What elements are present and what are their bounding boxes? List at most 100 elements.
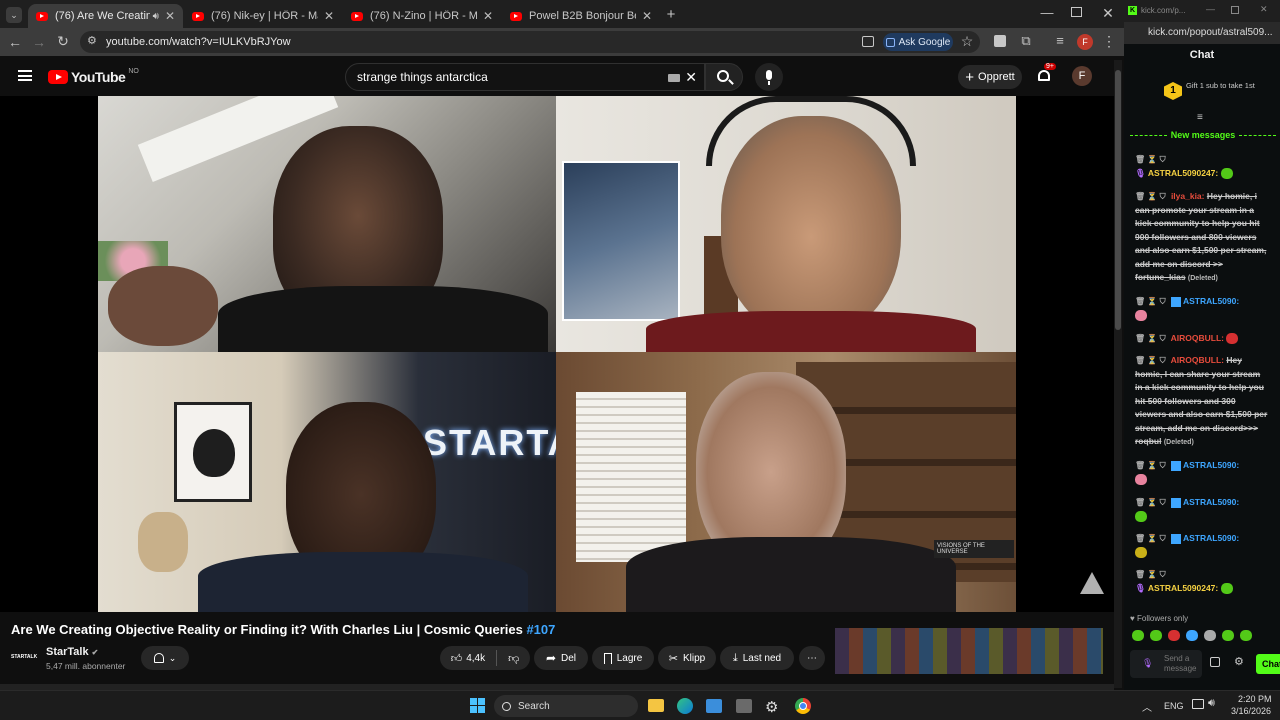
close-icon[interactable]: ✕ (1101, 6, 1115, 20)
store-icon[interactable] (706, 699, 722, 713)
emote-icon[interactable] (1132, 630, 1144, 641)
new-tab-icon[interactable]: + (664, 7, 678, 22)
tab-nzino[interactable]: (76) N-Zino | HÖR - March 16 / ✕ (343, 4, 501, 28)
kick-close-icon[interactable]: ✕ (1260, 4, 1268, 15)
kick-minimize-icon[interactable]: — (1206, 4, 1215, 14)
chat-username[interactable]: ASTRAL5090: (1183, 497, 1239, 507)
channel-name[interactable]: StarTalk ✔ (46, 646, 98, 658)
emote-icon[interactable] (1186, 630, 1198, 641)
mod-action-icons[interactable]: 🗑︎ ⏳ ⛉ (1135, 356, 1166, 365)
mod-action-icons[interactable]: 🗑︎ ⏳ ⛉ (1135, 334, 1166, 343)
recommended-thumbnail[interactable] (835, 628, 1103, 674)
chat-username[interactable]: ASTRAL5090: (1183, 296, 1239, 306)
clear-search-icon[interactable]: ✕ (685, 69, 697, 86)
create-button[interactable]: + Opprett (958, 65, 1022, 89)
install-icon[interactable] (862, 36, 874, 47)
site-info-icon[interactable]: ⚙ (87, 36, 97, 47)
hamburger-icon[interactable] (18, 70, 32, 81)
maximize-icon[interactable] (1071, 7, 1082, 17)
subscribe-bell-button[interactable]: ⌄ (141, 646, 189, 670)
chat-username[interactable]: ilya_kia: (1171, 191, 1205, 201)
file-explorer-icon[interactable] (648, 699, 664, 712)
chat-message-deleted[interactable]: 🗑︎ ⏳ ⛉ ilya_kia: Hey homie, i can promot… (1135, 190, 1269, 286)
tab-nikey[interactable]: (76) Nik-ey | HÖR - March 16 / ✕ (184, 4, 342, 28)
queue-icon[interactable]: ≡ (1053, 34, 1067, 47)
dislike-button[interactable]: 👎︎ (508, 652, 519, 665)
emote-icon[interactable] (1240, 630, 1252, 641)
emote-icon[interactable] (1150, 630, 1162, 641)
emote-icon[interactable] (1222, 630, 1234, 641)
share-button[interactable]: ➦ Del (534, 646, 588, 670)
chat-message[interactable]: 🗑︎ ⏳ ⛉ 🎙︎ ASTRAL5090247: (1135, 568, 1269, 595)
clock-time[interactable]: 2:20 PM (1238, 694, 1272, 704)
star-icon[interactable]: ☆ (960, 34, 974, 48)
chat-username[interactable]: AIROQBULL: (1171, 355, 1224, 365)
mod-action-icons[interactable]: 🗑︎ ⏳ ⛉ (1135, 498, 1166, 507)
emote-picker-icon[interactable] (1210, 657, 1220, 667)
chat-input[interactable]: 🎙︎ Send a message (1130, 650, 1202, 678)
chat-username[interactable]: ASTRAL5090: (1183, 533, 1239, 543)
network-icon[interactable] (1192, 699, 1204, 709)
scrollbar-thumb[interactable] (1115, 70, 1121, 330)
back-icon[interactable]: ← (8, 35, 22, 49)
episode-hashtag[interactable]: #107 (526, 622, 555, 637)
edge-icon[interactable] (677, 698, 693, 714)
tab-powel[interactable]: Powel B2B Bonjour Ben | HÖR ✕ (502, 4, 660, 28)
chrome-icon[interactable] (795, 698, 811, 714)
tab-list-icon[interactable]: ⌄ (6, 7, 22, 23)
video-player[interactable]: STARTAL VISIONS OF THE UNIVERSE (0, 96, 1114, 612)
minimize-icon[interactable]: — (1040, 6, 1054, 19)
notifications-button[interactable]: 9+ (1036, 63, 1056, 84)
settings-icon[interactable]: ⚙ (1234, 655, 1244, 668)
like-button[interactable]: 👍︎ 4,4k (451, 652, 485, 665)
voice-search-button[interactable] (755, 63, 783, 91)
ask-google-button[interactable]: Ask Google (883, 33, 953, 51)
more-actions-button[interactable]: ⋯ (799, 646, 825, 670)
chat-message[interactable]: 🗑︎ ⏳ ⛉ ASTRAL5090: (1135, 295, 1269, 322)
mod-action-icons[interactable]: 🗑︎ ⏳ ⛉ (1135, 192, 1166, 201)
clip-button[interactable]: ✂ Klipp (658, 646, 716, 670)
chat-username[interactable]: AIROQBULL: (1171, 333, 1224, 343)
quick-emote-row[interactable] (1132, 630, 1262, 644)
mod-action-icons[interactable]: 🗑︎ ⏳ ⛉ (1135, 570, 1166, 579)
extensions-icon[interactable]: ⧉ (1019, 34, 1033, 47)
youtube-logo[interactable]: YouTube NO (48, 68, 139, 86)
kick-maximize-icon[interactable] (1231, 6, 1239, 14)
search-button[interactable] (705, 63, 743, 91)
chat-username[interactable]: ASTRAL5090: (1183, 460, 1239, 470)
profile-avatar[interactable]: F (1077, 34, 1093, 50)
start-icon[interactable] (470, 698, 485, 713)
tab-close-icon[interactable]: ✕ (324, 9, 334, 23)
chat-username[interactable]: ASTRAL5090247: (1148, 583, 1218, 593)
mod-action-icons[interactable]: 🗑︎ ⏳ ⛉ (1135, 155, 1166, 164)
chat-message[interactable]: 🗑︎ ⏳ ⛉ 🎙︎ ASTRAL5090247: (1135, 153, 1269, 180)
chat-message[interactable]: 🗑︎ ⏳ ⛉ AIROQBULL: (1135, 332, 1269, 346)
download-button[interactable]: ⤓ Last ned (720, 646, 794, 670)
keyboard-icon[interactable] (668, 74, 680, 82)
mod-action-icons[interactable]: 🗑︎ ⏳ ⛉ (1135, 297, 1166, 306)
save-button[interactable]: Lagre (592, 646, 654, 670)
chat-message[interactable]: 🗑︎ ⏳ ⛉ ASTRAL5090: (1135, 459, 1269, 486)
reload-icon[interactable]: ↻ (56, 34, 70, 48)
gift-sub-banner[interactable]: 1 Gift 1 sub to take 1st (1164, 80, 1274, 102)
channel-logo[interactable]: STARTALK (11, 649, 37, 665)
tab-close-icon[interactable]: ✕ (483, 9, 493, 23)
settings-app-icon[interactable]: ⚙ (765, 698, 778, 716)
media-icon[interactable] (994, 35, 1006, 47)
forward-icon[interactable]: → (32, 35, 46, 49)
tab-active-video[interactable]: (76) Are We Creating Objec 🔊︎ ✕ (28, 4, 183, 28)
mod-action-icons[interactable]: 🗑︎ ⏳ ⛉ (1135, 461, 1166, 470)
menu-icon[interactable]: ⋮ (1102, 34, 1116, 48)
emote-icon[interactable] (1168, 630, 1180, 641)
chat-message[interactable]: 🗑︎ ⏳ ⛉ ASTRAL5090: (1135, 532, 1269, 559)
chat-message[interactable]: 🗑︎ ⏳ ⛉ ASTRAL5090: (1135, 496, 1269, 523)
chat-username[interactable]: ASTRAL5090247: (1148, 168, 1218, 178)
volume-icon[interactable]: 🔊︎ (1208, 697, 1215, 710)
account-avatar[interactable]: F (1072, 66, 1092, 86)
send-chat-button[interactable]: Chat (1256, 654, 1280, 674)
taskbar-search[interactable]: Search (494, 695, 638, 717)
chat-message-deleted[interactable]: 🗑︎ ⏳ ⛉ AIROQBULL: Hey homie, I can share… (1135, 354, 1269, 450)
clock-date[interactable]: 3/16/2026 (1231, 706, 1271, 716)
language-indicator[interactable]: ENG (1164, 701, 1184, 711)
tab-close-icon[interactable]: ✕ (165, 9, 175, 23)
